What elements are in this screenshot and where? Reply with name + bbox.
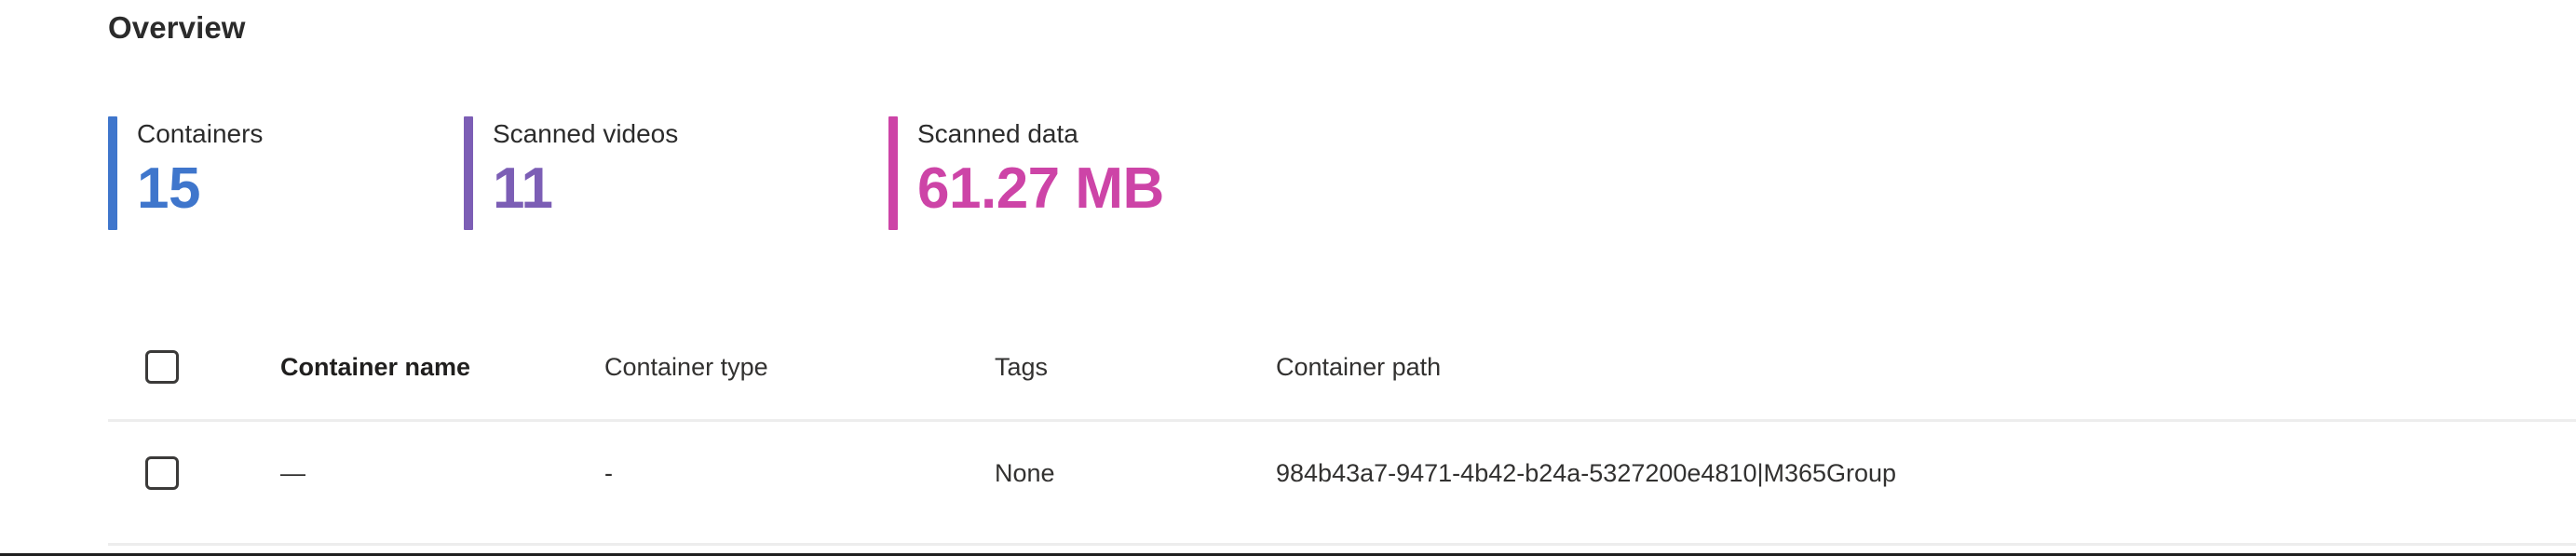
column-header-container-type[interactable]: Container type [604,351,768,383]
overview-page: Overview Containers 15 Scanned videos 11… [0,0,2576,556]
column-header-tags[interactable]: Tags [995,351,1048,383]
metric-card-containers: Containers 15 [108,116,464,230]
metric-value-scanned-videos: 11 [493,156,553,221]
metric-accent-bar-scanned-data [888,116,898,230]
metric-label-containers: Containers [137,119,264,148]
cell-container-name: — [280,459,305,487]
metric-label-scanned-videos: Scanned videos [493,119,679,148]
table-header-divider [108,419,2576,422]
column-header-container-name[interactable]: Container name [280,351,470,383]
checkbox-unchecked-icon[interactable] [145,350,179,384]
column-header-container-path[interactable]: Container path [1276,351,1441,383]
metric-accent-bar-scanned-videos [464,116,473,230]
metrics-summary: Containers 15 Scanned videos 11 Scanned … [108,116,1164,230]
table-row[interactable]: — - None 984b43a7-9471-4b42-b24a-5327200… [108,419,2576,527]
metric-accent-bar-containers [108,116,117,230]
metric-text-scanned-data: Scanned data 61.27 MB [898,116,1164,230]
cell-tags: None [995,459,1055,487]
metric-text-scanned-videos: Scanned videos 11 [473,116,888,230]
metric-text-containers: Containers 15 [117,116,464,230]
metric-value-containers: 15 [137,156,200,221]
metric-value-scanned-data: 61.27 MB [917,156,1164,221]
metric-label-scanned-data: Scanned data [917,119,1078,148]
metric-card-scanned-videos: Scanned videos 11 [464,116,888,230]
select-all-checkbox[interactable] [145,350,179,384]
cell-container-path: 984b43a7-9471-4b42-b24a-5327200e4810|M36… [1276,459,1897,487]
metric-card-scanned-data: Scanned data 61.27 MB [888,116,1164,230]
checkbox-unchecked-icon[interactable] [145,456,179,490]
page-title: Overview [108,10,246,45]
table-header-row: Container name Container type Tags Conta… [108,315,2576,419]
table-row-divider [108,543,2576,546]
row-select-checkbox[interactable] [145,456,179,490]
cell-container-type: - [604,459,613,487]
